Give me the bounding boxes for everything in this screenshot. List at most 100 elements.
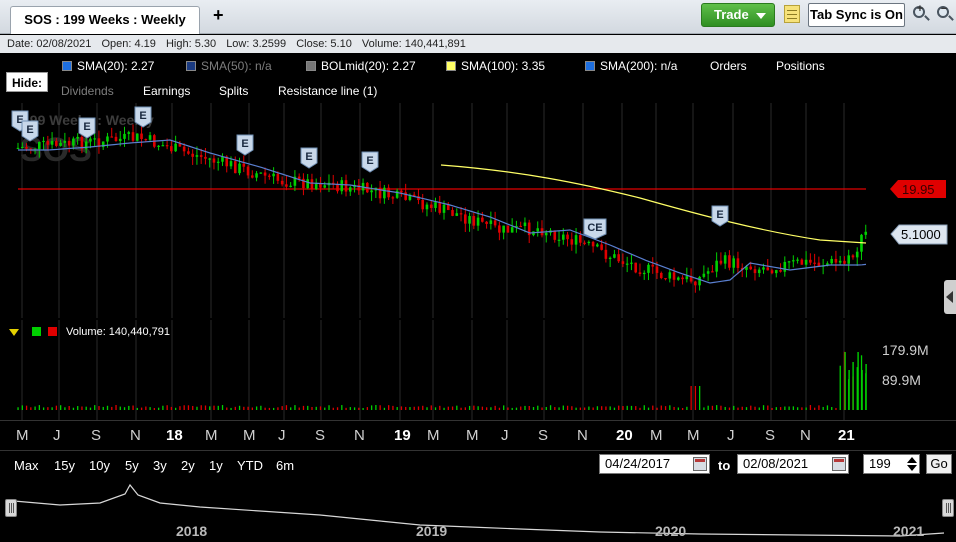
legend-swatch (585, 61, 595, 71)
range-button-max[interactable]: Max (14, 458, 39, 473)
range-button-10y[interactable]: 10y (89, 458, 110, 473)
side-panel-toggle[interactable] (944, 280, 956, 314)
time-axis-month-label: M (243, 427, 256, 444)
earnings-marker[interactable]: E (300, 147, 318, 169)
navigator-right-handle[interactable] (942, 499, 954, 517)
volume-bars (17, 351, 867, 410)
chevron-down-icon (756, 13, 766, 19)
to-label: to (718, 458, 731, 473)
from-date-input[interactable]: 04/24/2017 (599, 454, 710, 474)
legend-sma100[interactable]: SMA(100): 3.35 (446, 59, 545, 73)
time-axis: M J S N 18 M M J S N 19 M M J S N 20 M M J S N 21 (0, 420, 956, 448)
svg-text:19.95: 19.95 (902, 182, 935, 197)
info-date: Date: 02/08/2021 (7, 38, 92, 50)
time-axis-year-label: 21 (838, 427, 855, 444)
notes-icon[interactable] (784, 5, 800, 23)
bars-count-input[interactable]: 199 (863, 454, 920, 474)
navigator-year-label: 2020 (655, 523, 687, 539)
legend-bolmid20[interactable]: BOLmid(20): 2.27 (306, 59, 416, 73)
time-axis-month-label: S (315, 427, 326, 444)
time-axis-year-label: 20 (616, 427, 633, 444)
svg-text:E: E (139, 110, 146, 122)
range-navigator[interactable]: 2018 2019 2020 2021 (0, 479, 956, 542)
range-button-15y[interactable]: 15y (54, 458, 75, 473)
legend-sma50[interactable]: SMA(50): n/a (186, 59, 272, 73)
resistance-line-toggle[interactable]: Resistance line (1) (278, 84, 377, 98)
range-button-1y[interactable]: 1y (209, 458, 223, 473)
navigator-year-label: 2021 (893, 523, 925, 539)
info-low: Low: 3.2599 (226, 38, 287, 50)
legend-swatch (62, 61, 72, 71)
time-axis-month-label: N (130, 427, 141, 444)
calendar-icon[interactable] (693, 457, 707, 471)
splits-toggle[interactable]: Splits (219, 84, 248, 98)
candlesticks (16, 124, 868, 293)
time-axis-year-label: 18 (166, 427, 183, 444)
range-button-ytd[interactable]: YTD (237, 458, 263, 473)
svg-text:E: E (366, 155, 373, 167)
time-axis-month-label: J (53, 427, 61, 444)
time-axis-year-label: 19 (394, 427, 411, 444)
legend-sma200[interactable]: SMA(200): n/a (585, 59, 677, 73)
range-button-5y[interactable]: 5y (125, 458, 139, 473)
time-axis-month-label: M (205, 427, 218, 444)
time-axis-month-label: M (687, 427, 700, 444)
indicator-legend: SMA(20): 2.27 SMA(50): n/a BOLmid(20): 2… (0, 55, 956, 75)
navigator-line (13, 483, 945, 537)
svg-text:5.1000: 5.1000 (901, 227, 941, 242)
go-button[interactable]: Go (926, 454, 952, 474)
chart-tab[interactable]: SOS : 199 Weeks : Weekly (10, 6, 200, 34)
ohlc-info-bar: Date: 02/08/2021 Open: 4.19 High: 5.30 L… (0, 35, 956, 53)
time-axis-month-label: M (650, 427, 663, 444)
range-bar: Max 15y 10y 5y 3y 2y 1y YTD 6m 04/24/2017 to 02/… (0, 450, 956, 478)
earnings-toggle[interactable]: Earnings (143, 84, 190, 98)
legend-swatch (306, 61, 316, 71)
navigator-left-handle[interactable] (5, 499, 17, 517)
resistance-price-label: 19.95 (890, 180, 946, 198)
collapse-triangle-icon[interactable] (9, 329, 19, 336)
volume-tick-high: 179.9M (882, 342, 929, 358)
earnings-marker[interactable]: E (21, 120, 39, 142)
time-axis-month-label: N (577, 427, 588, 444)
zoom-out-icon[interactable]: − (936, 3, 954, 23)
earnings-marker[interactable]: E (78, 117, 96, 139)
range-button-2y[interactable]: 2y (181, 458, 195, 473)
svg-text:E: E (241, 138, 248, 150)
range-button-6m[interactable]: 6m (276, 458, 294, 473)
earnings-marker[interactable]: E (236, 134, 254, 156)
time-axis-month-label: J (727, 427, 735, 444)
volume-label: Volume: 140,440,791 (66, 326, 170, 338)
time-axis-month-label: M (427, 427, 440, 444)
dividends-toggle[interactable]: Dividends (61, 84, 114, 98)
to-date-input[interactable]: 02/08/2021 (737, 454, 849, 474)
time-axis-month-label: S (91, 427, 102, 444)
time-axis-month-label: S (538, 427, 549, 444)
zoom-in-icon[interactable]: + (912, 3, 930, 23)
earnings-marker[interactable]: E (134, 106, 152, 128)
spinner-arrows-icon[interactable] (907, 456, 917, 472)
legend-swatch (446, 61, 456, 71)
add-tab-button[interactable]: + (213, 5, 224, 26)
info-open: Open: 4.19 (101, 38, 156, 50)
hide-label: Hide: (6, 72, 48, 92)
legend-sma20[interactable]: SMA(20): 2.27 (62, 59, 154, 73)
tab-sync-button[interactable]: Tab Sync is On (808, 3, 905, 27)
trade-button[interactable]: Trade (701, 3, 775, 27)
info-close: Close: 5.10 (296, 38, 352, 50)
svg-text:E: E (305, 151, 312, 163)
price-chart[interactable]: 199 Weeks : Weekly SOS EE EEEE ECEE 19.95 … (0, 103, 956, 318)
svg-text:E: E (716, 209, 723, 221)
svg-text:E: E (26, 124, 33, 136)
orders-toggle[interactable]: Orders (710, 59, 747, 73)
ce-marker[interactable]: CE (583, 218, 607, 240)
calendar-icon[interactable] (832, 457, 846, 471)
volume-tick-mid: 89.9M (882, 372, 921, 388)
positions-toggle[interactable]: Positions (776, 59, 825, 73)
svg-text:E: E (83, 121, 90, 133)
range-button-3y[interactable]: 3y (153, 458, 167, 473)
trade-button-label: Trade (714, 7, 749, 22)
time-axis-month-label: N (354, 427, 365, 444)
time-axis-month-label: N (800, 427, 811, 444)
earnings-marker[interactable]: E (711, 205, 729, 227)
earnings-marker[interactable]: E (361, 151, 379, 173)
